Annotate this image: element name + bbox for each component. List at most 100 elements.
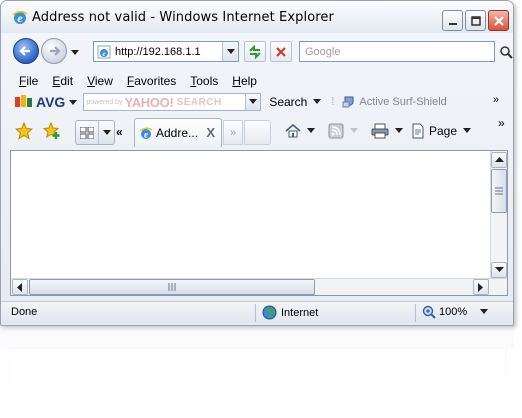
menu-edit[interactable]: Edit bbox=[52, 74, 73, 88]
add-to-favorites-button[interactable] bbox=[42, 121, 61, 143]
feeds-button[interactable] bbox=[328, 123, 358, 139]
tab-scroll-left-button[interactable]: « bbox=[116, 125, 123, 139]
vertical-scrollbar[interactable] bbox=[490, 151, 507, 279]
chevron-down-icon[interactable] bbox=[480, 309, 488, 315]
new-tab-button[interactable] bbox=[244, 120, 271, 145]
menu-file[interactable]: File bbox=[19, 74, 38, 88]
title-bar[interactable]: e Address not valid - Windows Internet E… bbox=[1, 1, 513, 33]
close-icon bbox=[493, 15, 504, 26]
chevron-down-icon bbox=[494, 267, 504, 272]
menu-favorites-label: avorites bbox=[134, 74, 177, 88]
avg-surf-shield-label: Surf-Shield bbox=[392, 96, 447, 108]
scroll-down-button[interactable] bbox=[491, 262, 507, 278]
page-icon: e bbox=[96, 44, 112, 60]
surf-shield-icon bbox=[342, 96, 354, 108]
chevron-down-icon bbox=[69, 100, 78, 105]
window-reflection bbox=[0, 326, 514, 418]
ie-page-icon: e bbox=[139, 127, 153, 140]
avg-toolbar-overflow-button[interactable]: » bbox=[493, 94, 499, 106]
avg-toolbar: AVG powered by YAHOO! SEARCH Search ⁞ Ac… bbox=[1, 91, 513, 113]
page-menu-label: Page bbox=[429, 124, 458, 138]
chevron-up-icon bbox=[494, 157, 504, 162]
chevron-down-icon bbox=[395, 128, 403, 133]
ie-window: e Address not valid - Windows Internet E… bbox=[0, 0, 514, 326]
quick-tabs-icon bbox=[76, 126, 98, 139]
menu-view[interactable]: View bbox=[87, 74, 113, 88]
favorites-star-icon bbox=[14, 121, 34, 140]
tab-list-dropdown[interactable] bbox=[98, 121, 114, 144]
search-icon bbox=[500, 45, 513, 59]
quick-tabs-button[interactable] bbox=[75, 120, 115, 145]
maximize-button[interactable] bbox=[465, 10, 486, 31]
rss-feed-icon bbox=[328, 123, 344, 139]
tab-bar: « e Addre... X » Page » bbox=[1, 115, 513, 149]
refresh-button[interactable] bbox=[244, 41, 266, 62]
close-button[interactable] bbox=[488, 10, 509, 31]
caption-buttons bbox=[442, 10, 509, 31]
menu-favorites[interactable]: Favorites bbox=[127, 74, 176, 88]
yahoo-dropdown-button[interactable] bbox=[245, 94, 261, 110]
search-input[interactable]: Google bbox=[299, 41, 495, 62]
page-menu-button[interactable]: Page bbox=[410, 123, 472, 139]
stop-button[interactable] bbox=[270, 41, 292, 62]
avg-logo-icon bbox=[15, 95, 32, 107]
menu-help[interactable]: Help bbox=[232, 74, 257, 88]
scroll-left-button[interactable] bbox=[12, 279, 28, 295]
chevron-down-icon bbox=[226, 48, 235, 54]
security-zone[interactable]: Internet bbox=[262, 305, 318, 320]
tab-active[interactable]: e Addre... X bbox=[134, 118, 222, 147]
forward-button[interactable] bbox=[41, 38, 67, 64]
avg-logo-text: AVG bbox=[36, 94, 66, 110]
chevron-down-icon bbox=[307, 128, 315, 133]
chevron-down-icon bbox=[463, 128, 472, 133]
zoom-value: 100% bbox=[439, 306, 468, 318]
horizontal-scrollbar[interactable] bbox=[11, 278, 507, 295]
stop-icon bbox=[276, 46, 286, 57]
zoom-icon bbox=[422, 305, 436, 319]
add-favorites-icon bbox=[42, 121, 60, 139]
address-field[interactable]: e http://192.168.1.1 bbox=[93, 41, 239, 62]
tab-scroll-right-glyph: » bbox=[229, 126, 237, 139]
minimize-icon bbox=[448, 22, 457, 25]
chevron-down-icon bbox=[313, 99, 322, 104]
address-dropdown-button[interactable] bbox=[222, 42, 238, 61]
home-icon bbox=[285, 123, 301, 138]
vertical-scroll-thumb[interactable] bbox=[491, 169, 507, 213]
print-button[interactable] bbox=[371, 123, 403, 139]
menu-tools[interactable]: Tools bbox=[190, 74, 218, 88]
zoom-level-button[interactable]: 100% bbox=[422, 305, 467, 319]
search-go-button[interactable] bbox=[497, 42, 513, 61]
refresh-icon bbox=[249, 44, 261, 59]
tab-scroll-right-button[interactable]: » bbox=[223, 120, 243, 145]
scroll-right-button[interactable] bbox=[473, 279, 489, 295]
yahoo-search-watermark: SEARCH bbox=[176, 96, 222, 108]
search-placeholder: Google bbox=[305, 45, 341, 58]
home-button[interactable] bbox=[285, 123, 315, 139]
menu-bar: File Edit View Favorites Tools Help bbox=[1, 71, 513, 91]
command-bar-overflow-button[interactable]: » bbox=[498, 116, 505, 130]
avg-menu-dropdown[interactable] bbox=[69, 95, 78, 109]
page-icon bbox=[412, 123, 424, 139]
page-content[interactable]: ... . . . . . . . . . bbox=[10, 150, 508, 296]
minimize-button[interactable] bbox=[442, 10, 463, 31]
chevron-down-icon bbox=[350, 128, 358, 133]
status-divider bbox=[415, 304, 416, 322]
favorites-center-button[interactable] bbox=[14, 121, 34, 143]
back-button[interactable] bbox=[13, 38, 39, 64]
svg-text:e: e bbox=[102, 50, 105, 58]
yahoo-search-input[interactable]: powered by YAHOO! SEARCH bbox=[83, 93, 262, 111]
zone-label: Internet bbox=[281, 306, 319, 319]
scroll-up-button[interactable] bbox=[491, 152, 507, 168]
address-url[interactable]: http://192.168.1.1 bbox=[115, 46, 201, 58]
horizontal-scroll-thumb[interactable] bbox=[29, 279, 315, 295]
printer-icon bbox=[371, 123, 389, 139]
chevron-down-icon bbox=[71, 50, 79, 55]
menu-view-accel: V bbox=[87, 74, 95, 88]
avg-active-label: Active bbox=[359, 96, 390, 108]
status-text: Done bbox=[11, 306, 38, 318]
avg-active-surf-shield[interactable]: Active Surf-Shield bbox=[342, 95, 447, 109]
avg-search-button[interactable]: Search bbox=[269, 95, 322, 109]
tab-close-button[interactable]: X bbox=[206, 125, 215, 140]
recent-pages-dropdown[interactable] bbox=[71, 45, 79, 59]
avg-logo[interactable]: AVG bbox=[15, 94, 65, 110]
